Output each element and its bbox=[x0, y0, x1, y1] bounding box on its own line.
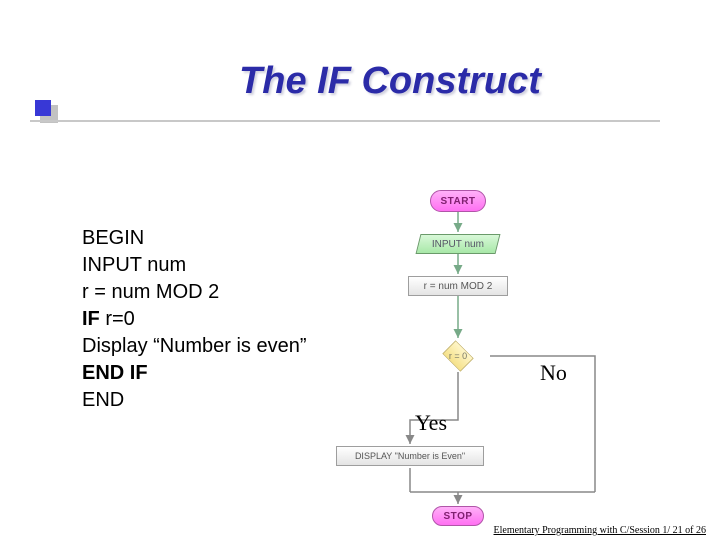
pc-line-endif: END IF bbox=[82, 360, 307, 387]
slide-footer: Elementary Programming with C/Session 1/… bbox=[494, 525, 706, 536]
branch-yes-label: Yes bbox=[415, 410, 447, 436]
branch-no-label: No bbox=[540, 360, 567, 386]
fc-input: INPUT num bbox=[416, 234, 501, 254]
fc-process: r = num MOD 2 bbox=[408, 276, 508, 296]
fc-start: START bbox=[430, 190, 486, 212]
pseudocode-block: BEGIN INPUT num r = num MOD 2 IF r=0 Dis… bbox=[82, 225, 307, 414]
pc-line-display: Display “Number is even” bbox=[82, 333, 307, 360]
fc-stop: STOP bbox=[432, 506, 484, 526]
fc-decision-label: r = 0 bbox=[427, 340, 489, 372]
fc-decision: r = 0 bbox=[427, 340, 489, 372]
pc-if-cond: r=0 bbox=[100, 308, 135, 330]
flowchart: START INPUT num r = num MOD 2 r = 0 DISP… bbox=[370, 190, 700, 520]
fc-display: DISPLAY "Number is Even" bbox=[336, 446, 484, 466]
page-title: The IF Construct bbox=[0, 60, 720, 103]
pc-line-begin: BEGIN bbox=[82, 225, 307, 252]
fc-input-label: INPUT num bbox=[432, 239, 484, 250]
title-underline bbox=[30, 120, 660, 122]
pc-if-keyword: IF bbox=[82, 308, 100, 330]
pc-line-end: END bbox=[82, 387, 307, 414]
pc-line-input: INPUT num bbox=[82, 252, 307, 279]
pc-line-assign: r = num MOD 2 bbox=[82, 279, 307, 306]
pc-line-if: IF r=0 bbox=[82, 306, 307, 333]
